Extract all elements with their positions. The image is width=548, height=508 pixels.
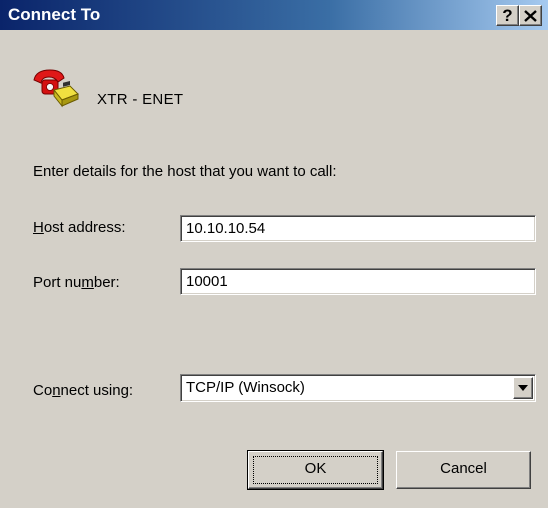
connect-using-label: Connect using: (33, 382, 134, 399)
connect-using-value: TCP/IP (Winsock) (186, 379, 305, 396)
help-button[interactable]: ? (496, 5, 519, 26)
connect-using-select[interactable]: TCP/IP (Winsock) (180, 374, 536, 402)
window-title: Connect To (8, 5, 101, 24)
host-address-label: Host address: (33, 219, 126, 236)
port-number-label: Port number: (33, 274, 120, 291)
port-number-input[interactable]: 10001 (180, 268, 536, 295)
telephone-icon (33, 69, 79, 108)
chevron-down-icon (518, 385, 528, 391)
dropdown-button[interactable] (513, 377, 533, 399)
connection-name: XTR - ENET (97, 91, 184, 108)
close-button[interactable] (519, 5, 542, 26)
cancel-label: Cancel (440, 460, 487, 477)
cancel-button[interactable]: Cancel (396, 451, 531, 489)
close-icon (524, 10, 537, 22)
focus-rect (253, 456, 378, 484)
connect-to-dialog: Connect To ? XTR - ENET Enter details fo… (0, 0, 548, 508)
instruction-text: Enter details for the host that you want… (33, 163, 337, 180)
title-bar[interactable]: Connect To ? (0, 0, 548, 30)
ok-button[interactable]: OK (247, 450, 384, 490)
host-address-input[interactable]: 10.10.10.54 (180, 215, 536, 242)
help-icon: ? (502, 6, 513, 25)
